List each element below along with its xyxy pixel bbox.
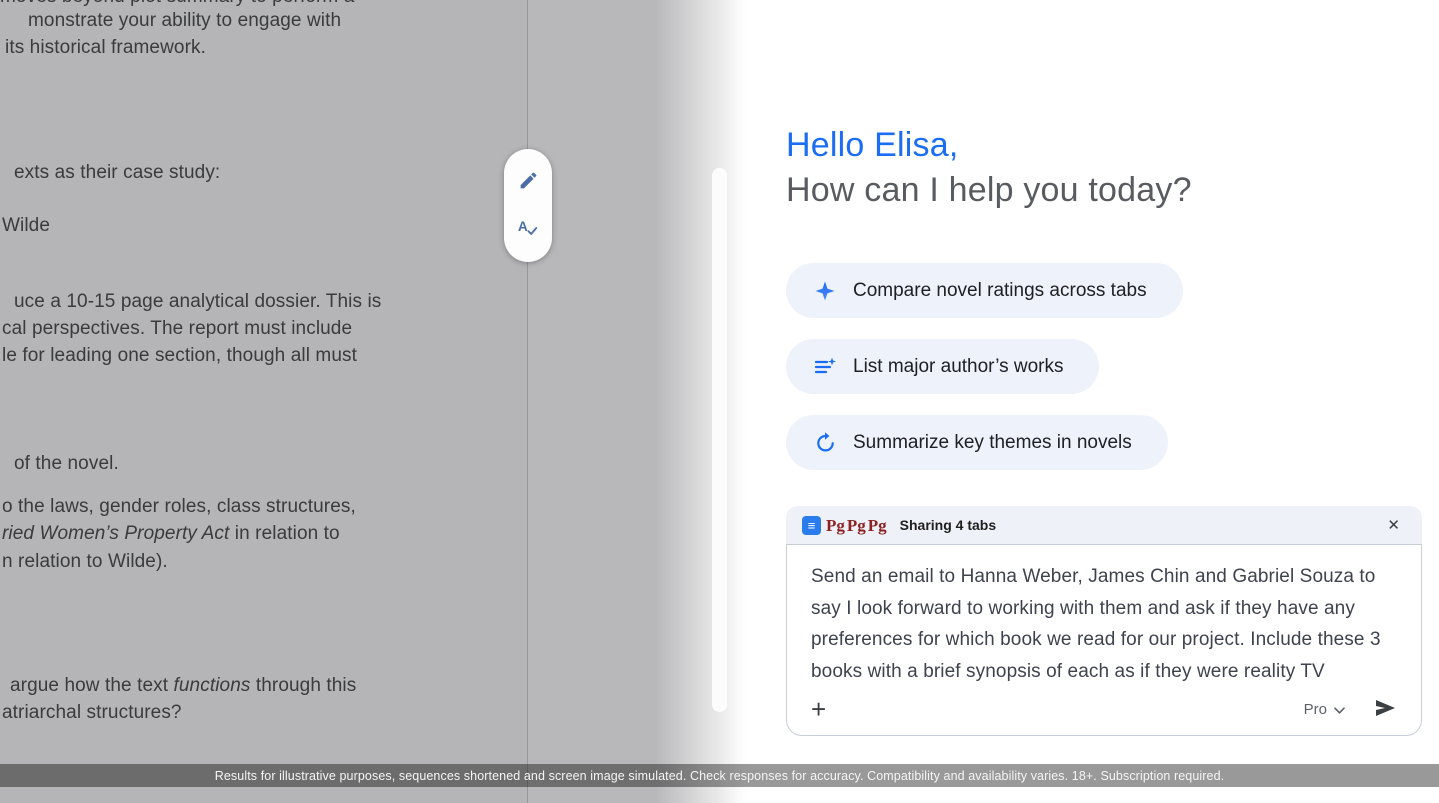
- chip-summarize-themes[interactable]: Summarize key themes in novels: [786, 415, 1168, 470]
- send-button[interactable]: [1373, 696, 1397, 723]
- prompt-composer: ≡ Pg Pg Pg Sharing 4 tabs ✕ Send an emai…: [786, 506, 1422, 736]
- document-text-line: n relation to Wilde).: [2, 551, 168, 573]
- suggestion-chips: Compare novel ratings across tabs List m…: [786, 263, 1183, 470]
- proofread-button[interactable]: A: [513, 214, 543, 244]
- document-text-line: uce a 10-15 page analytical dossier. Thi…: [14, 291, 381, 313]
- model-label: Pro: [1304, 701, 1327, 718]
- document-margin-line: [527, 0, 528, 803]
- close-sharing-button[interactable]: ✕: [1383, 514, 1404, 537]
- prompt-input[interactable]: Send an email to Hanna Weber, James Chin…: [786, 544, 1422, 736]
- gutenberg-favicon: Pg: [868, 517, 887, 534]
- subtitle: How can I help you today?: [786, 171, 1192, 210]
- document-text-line: exts as their case study:: [14, 162, 220, 184]
- chip-label: Compare novel ratings across tabs: [853, 280, 1147, 302]
- send-icon: [1373, 696, 1397, 723]
- svg-text:A: A: [518, 219, 528, 234]
- document-text-line: ried Women’s Property Act in relation to: [2, 523, 340, 545]
- document-text-line: cal perspectives. The report must includ…: [2, 318, 352, 340]
- document-text-line: argue how the text functions through thi…: [10, 675, 356, 697]
- screen: moves beyond plot summary to perform a mo…: [0, 0, 1439, 803]
- document-text-line: o the laws, gender roles, class structur…: [2, 496, 356, 518]
- document-text-line: le for leading one section, though all m…: [2, 345, 357, 367]
- sparkle-icon: [813, 279, 837, 303]
- document-text-line: moves beyond plot summary to perform a: [0, 0, 354, 8]
- sharing-tabs-label: Sharing 4 tabs: [900, 517, 996, 533]
- composer-controls: + Pro: [811, 693, 1397, 725]
- sharing-tabs-header: ≡ Pg Pg Pg Sharing 4 tabs ✕: [786, 506, 1422, 544]
- docs-favicon: ≡: [802, 516, 821, 535]
- disclaimer-text: Results for illustrative purposes, seque…: [215, 769, 1224, 783]
- floating-edit-toolbar: A: [504, 149, 552, 262]
- list-sparkle-icon: [813, 355, 837, 379]
- greeting: Hello Elisa,: [786, 126, 958, 165]
- refresh-sparkle-icon: [813, 431, 837, 455]
- assistant-panel: Hello Elisa, How can I help you today? C…: [745, 0, 1439, 803]
- document-text-line: of the novel.: [14, 453, 119, 475]
- chip-list-works[interactable]: List major author’s works: [786, 339, 1099, 394]
- chevron-down-icon: [1334, 701, 1345, 718]
- pencil-icon: [518, 170, 539, 194]
- gutenberg-favicon: Pg: [826, 517, 845, 534]
- document-pane: moves beyond plot summary to perform a mo…: [0, 0, 745, 803]
- document-text-line: atriarchal structures?: [2, 702, 182, 724]
- spellcheck-a-icon: A: [517, 217, 539, 242]
- document-text-line: Wilde: [2, 215, 50, 237]
- gutenberg-favicon: Pg: [847, 517, 866, 534]
- edit-pencil-button[interactable]: [513, 167, 543, 197]
- document-text-line: its historical framework.: [5, 37, 206, 59]
- chip-label: List major author’s works: [853, 356, 1063, 378]
- disclaimer-bar: Results for illustrative purposes, seque…: [0, 764, 1439, 787]
- model-selector[interactable]: Pro: [1304, 701, 1345, 718]
- prompt-input-value: Send an email to Hanna Weber, James Chin…: [811, 561, 1397, 687]
- chip-compare-ratings[interactable]: Compare novel ratings across tabs: [786, 263, 1183, 318]
- document-text-line: monstrate your ability to engage with: [28, 10, 341, 32]
- panel-edge-fade: [655, 0, 745, 803]
- add-attachment-button[interactable]: +: [811, 696, 826, 722]
- chip-label: Summarize key themes in novels: [853, 432, 1132, 454]
